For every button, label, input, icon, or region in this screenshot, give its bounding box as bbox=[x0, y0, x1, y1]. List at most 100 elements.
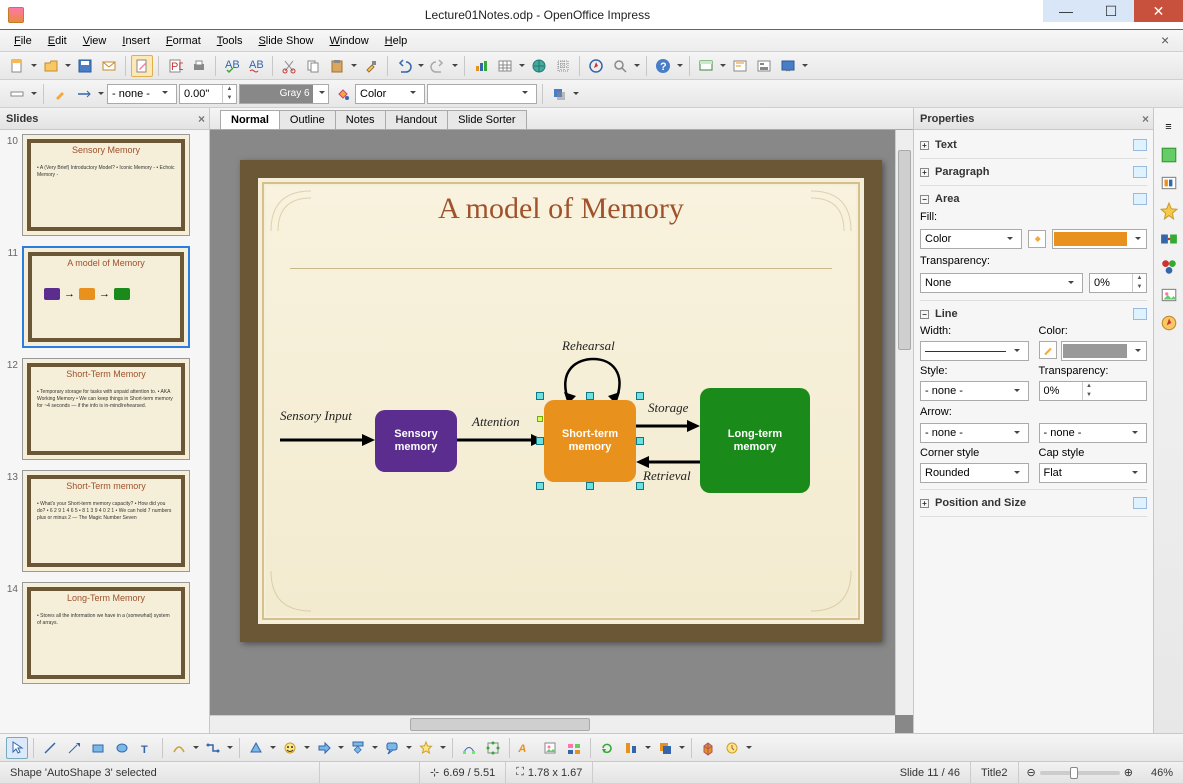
gluepoints-icon[interactable] bbox=[482, 737, 504, 759]
interaction-icon[interactable] bbox=[721, 737, 743, 759]
slide-thumb[interactable]: 11 A model of Memory →→ bbox=[2, 246, 205, 348]
slide-canvas[interactable]: A model of Memory Sensory Input Attentio… bbox=[240, 160, 882, 642]
canvas[interactable]: A model of Memory Sensory Input Attentio… bbox=[210, 130, 913, 733]
line-color-picker-icon[interactable] bbox=[49, 83, 71, 105]
arrow-start-select[interactable]: - none - bbox=[920, 423, 1029, 443]
slide-title[interactable]: A model of Memory bbox=[300, 192, 822, 226]
zoom-slider[interactable]: ⊖ ⊕ bbox=[1019, 766, 1141, 779]
group-paragraph[interactable]: +Paragraph bbox=[920, 163, 1147, 181]
sidebar-styles-icon[interactable] bbox=[1158, 256, 1180, 278]
group-line[interactable]: −Line bbox=[920, 305, 1147, 323]
sidebar-menu-icon[interactable]: ≡ bbox=[1158, 116, 1180, 138]
slide-layout-icon[interactable] bbox=[753, 55, 775, 77]
stars-icon[interactable] bbox=[415, 737, 437, 759]
menu-insert[interactable]: Insert bbox=[116, 33, 156, 49]
menu-format[interactable]: Format bbox=[160, 33, 207, 49]
arrow-ends-dropdown[interactable] bbox=[97, 83, 105, 105]
slide-dropdown[interactable] bbox=[719, 55, 727, 77]
connector-tool-icon[interactable] bbox=[202, 737, 224, 759]
zoom-percent[interactable]: 46% bbox=[1141, 762, 1183, 783]
sidebar-gallery-icon[interactable] bbox=[1158, 284, 1180, 306]
new-dropdown[interactable] bbox=[30, 55, 38, 77]
print-icon[interactable] bbox=[188, 55, 210, 77]
line-width-spinner[interactable]: 0.00"▲▼ bbox=[179, 84, 237, 104]
close-button[interactable]: ✕ bbox=[1133, 0, 1183, 22]
redo-icon[interactable] bbox=[427, 55, 449, 77]
slide-design-icon[interactable] bbox=[729, 55, 751, 77]
cut-icon[interactable] bbox=[278, 55, 300, 77]
minimize-button[interactable]: — bbox=[1043, 0, 1088, 22]
curve-tool-icon[interactable] bbox=[168, 737, 190, 759]
vertical-scrollbar[interactable] bbox=[895, 130, 913, 715]
slides-panel-close-icon[interactable]: × bbox=[198, 112, 205, 126]
help-icon[interactable]: ? bbox=[652, 55, 674, 77]
spellcheck-icon[interactable]: ABC bbox=[221, 55, 243, 77]
save-icon[interactable] bbox=[74, 55, 96, 77]
group-text[interactable]: +Text bbox=[920, 136, 1147, 154]
group-position-size[interactable]: +Position and Size bbox=[920, 494, 1147, 512]
edit-file-icon[interactable] bbox=[131, 55, 153, 77]
menu-view[interactable]: View bbox=[77, 33, 113, 49]
properties-close-icon[interactable]: × bbox=[1142, 112, 1149, 126]
select-tool-icon[interactable] bbox=[6, 737, 28, 759]
menu-tools[interactable]: Tools bbox=[211, 33, 249, 49]
tab-outline[interactable]: Outline bbox=[279, 110, 336, 129]
fill-color-select[interactable] bbox=[1052, 229, 1148, 249]
tab-normal[interactable]: Normal bbox=[220, 110, 280, 129]
zoom-icon[interactable] bbox=[609, 55, 631, 77]
zoom-dropdown[interactable] bbox=[633, 55, 641, 77]
horizontal-scrollbar[interactable] bbox=[210, 715, 895, 733]
menu-edit[interactable]: Edit bbox=[42, 33, 73, 49]
line-toolbar-overflow[interactable] bbox=[572, 83, 580, 105]
undo-dropdown[interactable] bbox=[417, 55, 425, 77]
open-dropdown[interactable] bbox=[64, 55, 72, 77]
menu-help[interactable]: Help bbox=[379, 33, 414, 49]
copy-icon[interactable] bbox=[302, 55, 324, 77]
hyperlink-icon[interactable] bbox=[528, 55, 550, 77]
fill-mode-select[interactable]: Color bbox=[920, 229, 1022, 249]
line-tool-icon[interactable] bbox=[39, 737, 61, 759]
menu-slideshow[interactable]: Slide Show bbox=[252, 33, 319, 49]
line-width-select[interactable] bbox=[920, 341, 1029, 361]
line-arrow-tool-icon[interactable] bbox=[63, 737, 85, 759]
ellipse-tool-icon[interactable] bbox=[111, 737, 133, 759]
tab-handout[interactable]: Handout bbox=[385, 110, 449, 129]
fontwork-icon[interactable]: A bbox=[515, 737, 537, 759]
presentation-icon[interactable] bbox=[777, 55, 799, 77]
fill-color-combo[interactable] bbox=[427, 84, 537, 104]
flowchart-icon[interactable] bbox=[347, 737, 369, 759]
navigator-icon[interactable] bbox=[585, 55, 607, 77]
slide-thumb[interactable]: 10 Sensory Memory• A (Very Brief) Introd… bbox=[2, 134, 205, 236]
slide-thumb[interactable]: 12 Short-Term Memory• Temporary storage … bbox=[2, 358, 205, 460]
line-color-select[interactable] bbox=[1061, 341, 1148, 361]
align-icon[interactable] bbox=[620, 737, 642, 759]
callouts-icon[interactable] bbox=[381, 737, 403, 759]
sidebar-custom-animation-icon[interactable] bbox=[1158, 200, 1180, 222]
sidebar-properties-icon[interactable] bbox=[1158, 144, 1180, 166]
sidebar-slide-transition-icon[interactable] bbox=[1158, 228, 1180, 250]
chart-icon[interactable] bbox=[470, 55, 492, 77]
new-icon[interactable] bbox=[6, 55, 28, 77]
rotate-icon[interactable] bbox=[596, 737, 618, 759]
transparency-spinner[interactable]: 0%▲▼ bbox=[1089, 273, 1147, 293]
toolbar-overflow-2[interactable] bbox=[801, 55, 809, 77]
fill-mode-combo[interactable]: Color bbox=[355, 84, 425, 104]
arrow-style-dropdown[interactable] bbox=[30, 83, 38, 105]
line-style-select[interactable]: - none - bbox=[920, 381, 1029, 401]
arrow-end-select[interactable]: - none - bbox=[1039, 423, 1148, 443]
line-style-combo[interactable]: - none - bbox=[107, 84, 177, 104]
drawing-toolbar-overflow[interactable] bbox=[745, 737, 753, 759]
maximize-button[interactable]: ☐ bbox=[1088, 0, 1133, 22]
symbol-shapes-icon[interactable] bbox=[279, 737, 301, 759]
box-long-term-memory[interactable]: Long-term memory bbox=[700, 388, 810, 493]
arrow-ends-icon[interactable] bbox=[73, 83, 95, 105]
menu-file[interactable]: File bbox=[8, 33, 38, 49]
tab-notes[interactable]: Notes bbox=[335, 110, 386, 129]
slides-list[interactable]: 10 Sensory Memory• A (Very Brief) Introd… bbox=[0, 130, 209, 733]
toolbar-overflow-1[interactable] bbox=[676, 55, 684, 77]
zoom-in-icon[interactable]: ⊕ bbox=[1124, 766, 1133, 779]
arrange-icon[interactable] bbox=[654, 737, 676, 759]
slide-icon[interactable] bbox=[695, 55, 717, 77]
box-sensory-memory[interactable]: Sensory memory bbox=[375, 410, 457, 472]
undo-icon[interactable] bbox=[393, 55, 415, 77]
